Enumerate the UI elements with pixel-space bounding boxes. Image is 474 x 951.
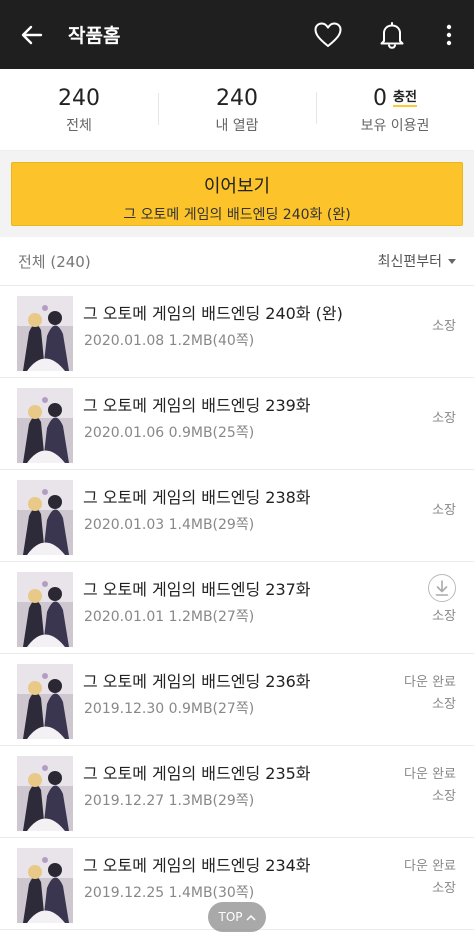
episode-title: 그 오토메 게임의 배드엔딩 238화 <box>83 488 311 507</box>
download-complete-label: 다운 완료 <box>404 675 456 690</box>
download-complete-label: 다운 완료 <box>404 859 456 874</box>
scroll-top-button[interactable]: TOP <box>208 902 266 932</box>
stat-total-value: 240 <box>58 85 100 111</box>
chevron-up-icon <box>245 914 256 921</box>
episode-title: 그 오토메 게임의 배드엔딩 240화 (완) <box>83 304 343 323</box>
owned-label: 소장 <box>432 503 456 518</box>
stat-read-label: 내 열람 <box>215 117 259 134</box>
app-bar: 작품홈 <box>0 0 474 69</box>
stats-bar: 240 전체 240 내 열람 0 충전 보유 이용권 <box>0 69 474 151</box>
continue-episode: 그 오토메 게임의 배드엔딩 240화 (완) <box>123 207 351 223</box>
charge-link[interactable]: 충전 <box>393 90 417 107</box>
sort-dropdown[interactable]: 최신편부터 <box>378 251 456 271</box>
top-label: TOP <box>218 910 243 924</box>
stat-tickets: 0 충전 보유 이용권 <box>316 84 474 135</box>
episode-row[interactable]: 그 오토메 게임의 배드엔딩 239화 2020.01.06 0.9MB(25쪽… <box>0 378 474 470</box>
owned-label: 소장 <box>432 609 456 624</box>
episode-meta: 2020.01.03 1.4MB(29쪽) <box>84 517 255 533</box>
download-complete-label: 다운 완료 <box>404 767 456 782</box>
page-title: 작품홈 <box>68 25 121 47</box>
episode-status: 소장 <box>428 574 456 628</box>
owned-label: 소장 <box>432 697 456 712</box>
episode-status: 다운 완료 소장 <box>404 764 456 808</box>
episode-thumbnail <box>17 480 73 555</box>
owned-label: 소장 <box>432 411 456 426</box>
download-icon[interactable] <box>428 574 456 602</box>
owned-label: 소장 <box>432 881 456 896</box>
notification-button[interactable] <box>360 0 424 69</box>
episode-title: 그 오토메 게임의 배드엔딩 239화 <box>83 396 311 415</box>
episode-status: 소장 <box>432 316 456 338</box>
episode-meta: 2019.12.27 1.3MB(29쪽) <box>84 793 255 809</box>
back-arrow-icon <box>21 25 43 44</box>
stat-total-label: 전체 <box>66 117 92 134</box>
episode-title: 그 오토메 게임의 배드엔딩 236화 <box>83 672 311 691</box>
episode-row[interactable]: 그 오토메 게임의 배드엔딩 236화 2019.12.30 0.9MB(27쪽… <box>0 654 474 746</box>
episode-meta: 2019.12.30 0.9MB(27쪽) <box>84 701 255 717</box>
episode-meta: 2020.01.06 0.9MB(25쪽) <box>84 425 255 441</box>
favorite-button[interactable] <box>296 0 360 69</box>
episode-status: 소장 <box>432 500 456 522</box>
episode-thumbnail <box>17 756 73 831</box>
stat-total: 240 전체 <box>0 85 158 135</box>
list-header: 전체 (240) 최신편부터 <box>0 237 474 286</box>
episode-list: 그 오토메 게임의 배드엔딩 240화 (완) 2020.01.08 1.2MB… <box>0 286 474 930</box>
bell-icon <box>380 21 404 49</box>
episode-status: 다운 완료 소장 <box>404 856 456 900</box>
episode-title: 그 오토메 게임의 배드엔딩 235화 <box>83 764 311 783</box>
sort-label: 최신편부터 <box>377 254 442 270</box>
continue-label: 이어보기 <box>203 176 271 197</box>
more-button[interactable] <box>424 0 474 69</box>
episode-title: 그 오토메 게임의 배드엔딩 234화 <box>83 856 311 875</box>
episode-status: 소장 <box>432 408 456 430</box>
heart-icon <box>314 22 342 47</box>
episode-count: 전체 (240) <box>18 252 91 271</box>
episode-status: 다운 완료 소장 <box>404 672 456 716</box>
episode-thumbnail <box>17 664 73 739</box>
stat-tickets-label: 보유 이용권 <box>360 118 430 134</box>
episode-meta: 2020.01.08 1.2MB(40쪽) <box>84 333 255 349</box>
stat-tickets-value: 0 <box>373 86 388 111</box>
episode-thumbnail <box>17 388 73 463</box>
episode-thumbnail <box>17 848 73 923</box>
continue-reading-button[interactable]: 이어보기 그 오토메 게임의 배드엔딩 240화 (완) <box>11 162 463 226</box>
more-vertical-icon <box>446 24 452 45</box>
episode-row[interactable]: 그 오토메 게임의 배드엔딩 238화 2020.01.03 1.4MB(29쪽… <box>0 470 474 562</box>
episode-row[interactable]: 그 오토메 게임의 배드엔딩 237화 2020.01.01 1.2MB(27쪽… <box>0 562 474 654</box>
caret-down-icon <box>448 258 456 264</box>
stat-read-value: 240 <box>216 85 258 111</box>
episode-thumbnail <box>17 296 73 371</box>
episode-thumbnail <box>17 572 73 647</box>
owned-label: 소장 <box>432 789 456 804</box>
owned-label: 소장 <box>432 319 456 334</box>
episode-meta: 2019.12.25 1.4MB(30쪽) <box>84 885 255 901</box>
episode-row[interactable]: 그 오토메 게임의 배드엔딩 235화 2019.12.27 1.3MB(29쪽… <box>0 746 474 838</box>
episode-meta: 2020.01.01 1.2MB(27쪽) <box>84 609 255 625</box>
episode-title: 그 오토메 게임의 배드엔딩 237화 <box>83 580 311 599</box>
continue-section: 이어보기 그 오토메 게임의 배드엔딩 240화 (완) <box>0 151 474 237</box>
stat-read: 240 내 열람 <box>158 85 316 135</box>
back-button[interactable] <box>0 0 64 69</box>
episode-row[interactable]: 그 오토메 게임의 배드엔딩 240화 (완) 2020.01.08 1.2MB… <box>0 286 474 378</box>
